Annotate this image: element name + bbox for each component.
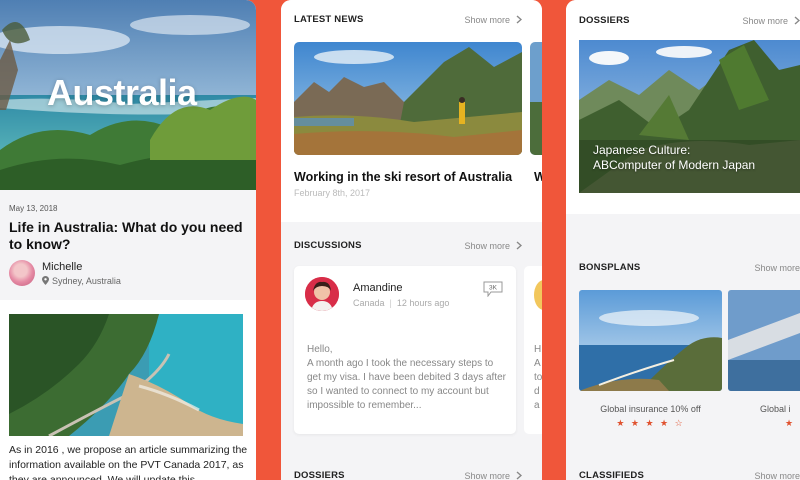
- coastal-road-image: [9, 314, 243, 436]
- hero-image-australia[interactable]: Australia: [0, 0, 256, 190]
- user-avatar-next[interactable]: [534, 280, 542, 310]
- bonsplan-label-next[interactable]: Global i: [760, 404, 791, 414]
- feed-panel: LATEST NEWS Show more Working in the ski…: [281, 0, 542, 480]
- author-name[interactable]: Michelle: [42, 261, 121, 273]
- discussion-card-next[interactable]: H A to d a: [524, 266, 542, 434]
- discussion-message: Hello, A month ago I took the necessary …: [307, 344, 507, 411]
- article-header[interactable]: May 13, 2018 Life in Australia: What do …: [0, 190, 256, 300]
- author-location: Sydney, Australia: [42, 276, 121, 286]
- discussions-show-more[interactable]: Show more: [464, 241, 522, 251]
- show-more-label[interactable]: Show more: [754, 471, 800, 480]
- classifieds-show-more[interactable]: Show more: [754, 471, 800, 480]
- article-date: May 13, 2018: [9, 204, 58, 213]
- news-item-title-next[interactable]: W: [534, 170, 542, 184]
- classifieds-title: CLASSIFIEDS: [579, 470, 645, 480]
- bonsplan-image-plane[interactable]: [728, 290, 800, 391]
- location-pin-icon: [42, 276, 49, 285]
- show-more-label[interactable]: Show more: [464, 471, 510, 480]
- post-time: 12 hours ago: [396, 298, 450, 308]
- news-image-next[interactable]: [530, 42, 542, 155]
- classifieds-header: CLASSIFIEDS Show more: [579, 470, 800, 480]
- chevron-right-icon: [516, 471, 522, 480]
- bonsplans-header: BONSPLANS Show more: [579, 262, 800, 273]
- bonsplans-show-more[interactable]: Show more: [754, 263, 800, 273]
- bonsplan-label[interactable]: Global insurance 10% off: [579, 404, 722, 414]
- chevron-right-icon: [516, 15, 522, 24]
- reply-count-badge[interactable]: 3K: [483, 281, 503, 302]
- news-item-title[interactable]: Working in the ski resort of Australia: [294, 170, 512, 184]
- article-headline[interactable]: Life in Australia: What do you need to k…: [9, 219, 247, 253]
- dossiers-header: DOSSIERS Show more: [579, 15, 800, 26]
- dossiers-show-more-bottom[interactable]: Show more: [464, 471, 522, 480]
- article-panel: Australia May 13, 2018 Life in Australia…: [0, 0, 256, 480]
- discussions-header: DISCUSSIONS Show more: [294, 240, 522, 251]
- discussions-title: DISCUSSIONS: [294, 240, 362, 251]
- discussion-message-next: H A to d a: [534, 344, 542, 411]
- bonsplan-image-coast[interactable]: [579, 290, 722, 391]
- post-meta: Canada | 12 hours ago: [353, 298, 450, 308]
- user-name[interactable]: Amandine: [353, 282, 403, 294]
- bonsplan-rating-next: ★: [785, 418, 794, 428]
- speech-bubble-icon: 3K: [483, 281, 503, 298]
- show-more-label[interactable]: Show more: [754, 263, 800, 273]
- user-avatar[interactable]: [305, 277, 339, 311]
- news-image-hiker[interactable]: [294, 42, 522, 155]
- news-item-date: February 8th, 2017: [294, 188, 371, 198]
- hero-title: Australia: [47, 72, 197, 113]
- dossiers-title: DOSSIERS: [579, 15, 630, 26]
- latest-news-title: LATEST NEWS: [294, 14, 364, 25]
- article-author[interactable]: Michelle Sydney, Australia: [9, 260, 121, 286]
- article-excerpt: As in 2016 , we propose an article summa…: [9, 444, 248, 480]
- discussion-card[interactable]: Amandine Canada | 12 hours ago 3K Hello, A…: [294, 266, 516, 434]
- show-more-label[interactable]: Show more: [464, 241, 510, 251]
- article-body: As in 2016 , we propose an article summa…: [0, 300, 256, 480]
- dossiers-panel: DOSSIERS Show more Japanese Culture: ABC…: [566, 0, 800, 480]
- latest-news-show-more[interactable]: Show more: [464, 15, 522, 25]
- show-more-label[interactable]: Show more: [464, 15, 510, 25]
- dossiers-header-bottom: DOSSIERS Show more: [294, 470, 522, 480]
- chevron-right-icon: [516, 241, 522, 250]
- reply-count: 3K: [489, 285, 498, 292]
- dossiers-show-more[interactable]: Show more: [742, 16, 800, 26]
- chevron-right-icon: [794, 16, 800, 25]
- show-more-label[interactable]: Show more: [742, 16, 788, 26]
- dossier-image-mountains[interactable]: Japanese Culture: ABComputer of Modern J…: [579, 40, 800, 193]
- bonsplans-title: BONSPLANS: [579, 262, 641, 273]
- dossiers-title-bottom: DOSSIERS: [294, 470, 345, 480]
- dossier-caption: Japanese Culture: ABComputer of Modern J…: [593, 143, 756, 172]
- user-location: Canada: [353, 298, 385, 308]
- author-location-text: Sydney, Australia: [52, 275, 121, 286]
- latest-news-header: LATEST NEWS Show more: [294, 14, 522, 25]
- bonsplan-rating: ★ ★ ★ ★ ☆: [616, 418, 685, 428]
- author-avatar[interactable]: [9, 260, 35, 286]
